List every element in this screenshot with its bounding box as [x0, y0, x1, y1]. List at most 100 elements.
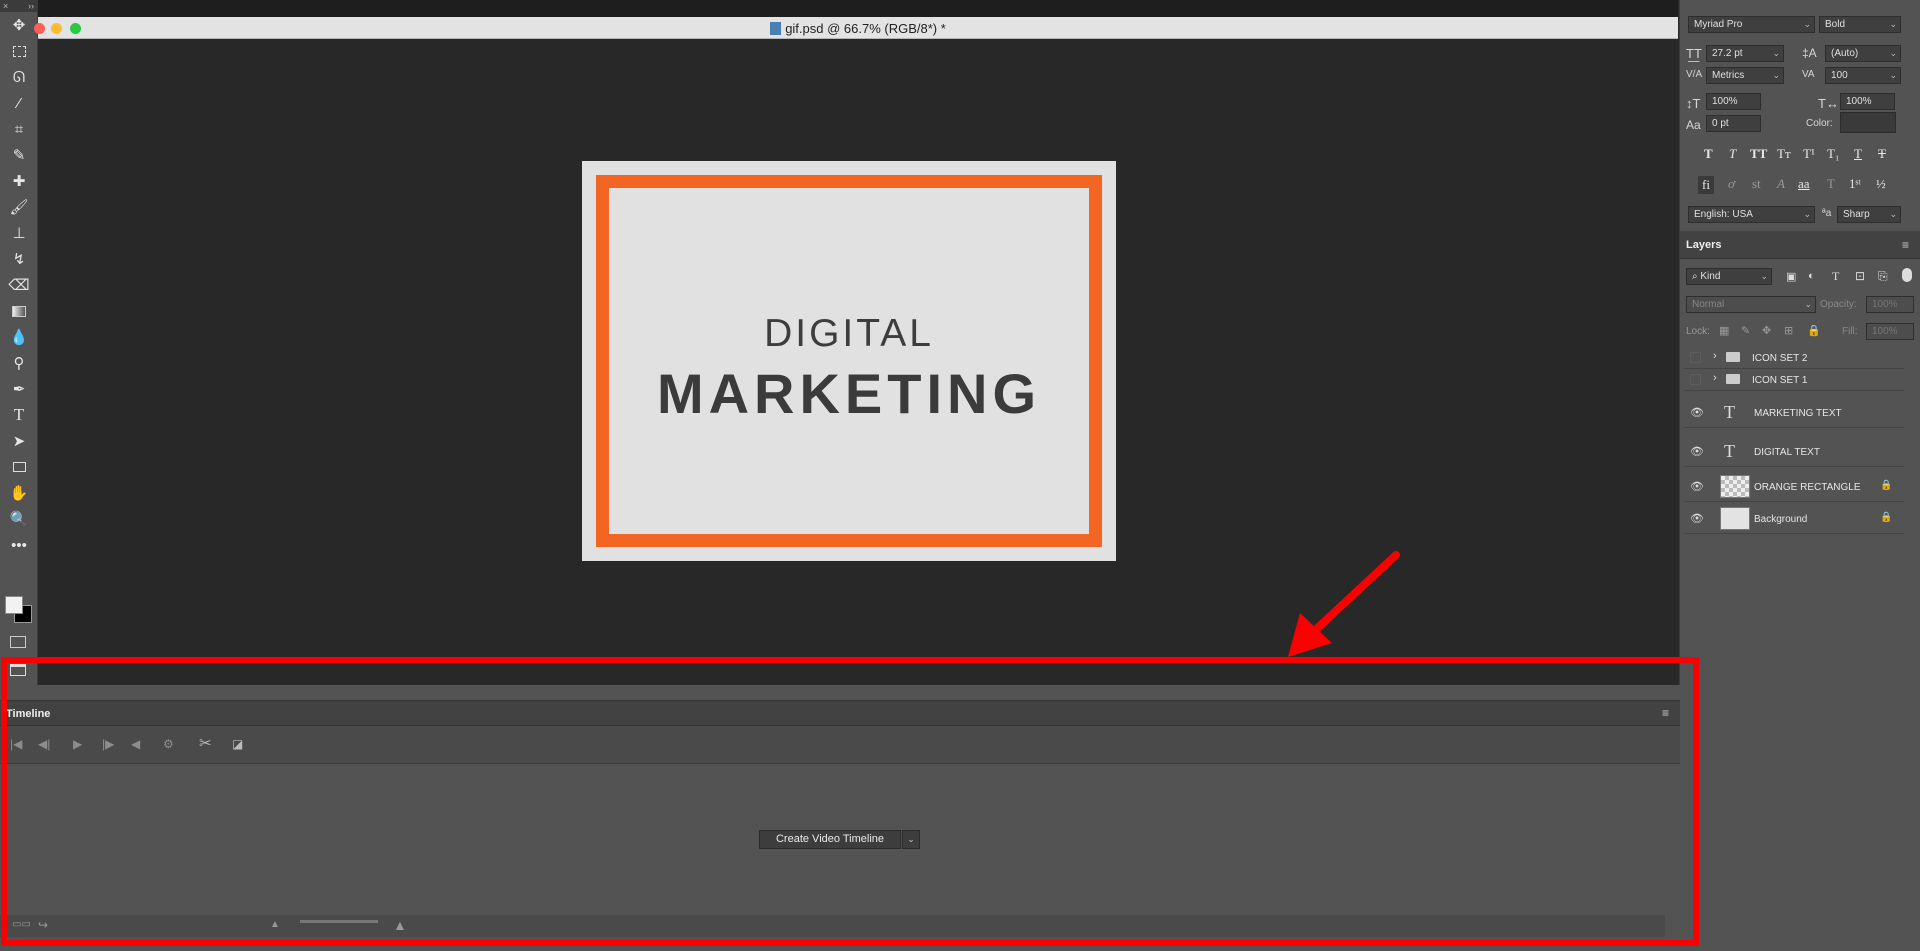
- leading-field[interactable]: (Auto) ⌄: [1825, 45, 1901, 62]
- marketing-text[interactable]: MARKETING: [582, 361, 1116, 426]
- chevron-right-icon[interactable]: ›: [1713, 372, 1717, 384]
- layers-menu-icon[interactable]: ≡: [1902, 238, 1909, 252]
- folder-icon: [1726, 374, 1740, 384]
- vertical-scale-field[interactable]: 100%: [1706, 93, 1761, 110]
- filter-type-icon[interactable]: T: [1832, 269, 1839, 284]
- eye-icon[interactable]: 👁: [1690, 512, 1704, 525]
- eyedropper-icon[interactable]: ✎: [0, 142, 38, 168]
- visibility-toggle[interactable]: [1690, 374, 1701, 385]
- color-label: Color:: [1806, 118, 1833, 129]
- quick-mask-icon[interactable]: [10, 636, 26, 648]
- lock-pixels-icon[interactable]: ✎: [1741, 324, 1750, 337]
- eye-icon[interactable]: 👁: [1690, 480, 1704, 493]
- superscript-icon[interactable]: T¹: [1803, 146, 1815, 162]
- document-titlebar: gif.psd @ 66.7% (RGB/8*) *: [34, 17, 1678, 39]
- small-caps-icon[interactable]: Tт: [1777, 146, 1791, 162]
- filter-smart-object-icon[interactable]: ⎘: [1878, 269, 1888, 284]
- tools-panel: × ›› ✥ ᘏ ⁄ ⌗ ✎ ✚ 🖌 ⊥ ↯ ⌫ 💧 ⚲ ✒ T ➤ ✋ 🔍 •…: [0, 0, 38, 685]
- font-family-select[interactable]: Myriad Pro ⌄: [1688, 16, 1815, 33]
- type-icon[interactable]: T: [0, 402, 38, 428]
- tracking-field[interactable]: 100 ⌄: [1825, 67, 1901, 84]
- layer-row-icon-set-2[interactable]: › ICON SET 2: [1684, 347, 1904, 369]
- font-size-field[interactable]: 27.2 pt ⌄: [1706, 45, 1784, 62]
- crop-icon[interactable]: ⌗: [0, 116, 38, 142]
- filter-toggle-icon[interactable]: [1902, 268, 1912, 282]
- underline-icon[interactable]: T: [1854, 146, 1862, 162]
- layer-name: ICON SET 1: [1752, 375, 1808, 386]
- stylistic-alt-icon[interactable]: A: [1777, 176, 1785, 192]
- eraser-icon[interactable]: ⌫: [0, 272, 38, 298]
- hand-icon[interactable]: ✋: [0, 480, 38, 506]
- layer-name: Background: [1754, 514, 1808, 525]
- opacity-field[interactable]: 100%: [1866, 296, 1914, 313]
- lock-transparent-icon[interactable]: ▦: [1719, 324, 1729, 337]
- ordinals-icon[interactable]: 1ˢᵗ: [1849, 176, 1861, 192]
- gradient-icon[interactable]: [0, 298, 38, 324]
- faux-bold-icon[interactable]: T: [1704, 146, 1713, 162]
- marquee-icon[interactable]: [0, 38, 38, 64]
- brush-icon[interactable]: 🖌: [0, 194, 38, 220]
- expand-icon[interactable]: ››: [28, 0, 34, 12]
- layer-row-icon-set-1[interactable]: › ICON SET 1: [1684, 369, 1904, 391]
- rectangle-icon[interactable]: [0, 454, 38, 480]
- kerning-field[interactable]: Metrics ⌄: [1706, 67, 1784, 84]
- ornaments-icon[interactable]: T: [1827, 176, 1835, 192]
- horizontal-scale-field[interactable]: 100%: [1840, 93, 1895, 110]
- blur-icon[interactable]: 💧: [0, 324, 38, 350]
- zoom-icon[interactable]: 🔍: [0, 506, 38, 532]
- folder-icon: [1726, 352, 1740, 362]
- path-select-icon[interactable]: ➤: [0, 428, 38, 454]
- faux-italic-icon[interactable]: T: [1729, 146, 1736, 162]
- layer-filter-select[interactable]: ⌕ Kind ⌄: [1686, 268, 1772, 285]
- layer-row-digital-text[interactable]: 👁 T DIGITAL TEXT: [1684, 436, 1904, 467]
- titling-icon[interactable]: aa: [1798, 176, 1810, 192]
- collapse-icon[interactable]: ×: [3, 0, 8, 12]
- ligatures-icon[interactable]: fi: [1698, 176, 1714, 194]
- layer-name: MARKETING TEXT: [1754, 408, 1842, 419]
- layer-thumbnail: [1720, 475, 1750, 498]
- magic-wand-icon[interactable]: ⁄: [0, 90, 38, 116]
- fractions-icon[interactable]: ½: [1876, 176, 1886, 192]
- strikethrough-icon[interactable]: T: [1878, 146, 1886, 162]
- lasso-icon[interactable]: ᘏ: [0, 64, 38, 90]
- tab-layers[interactable]: Layers: [1686, 239, 1721, 251]
- subscript-icon[interactable]: T₁: [1827, 146, 1839, 162]
- stamp-icon[interactable]: ⊥: [0, 220, 38, 246]
- swash-icon[interactable]: st: [1752, 176, 1761, 192]
- lock-artboard-icon[interactable]: ⊞: [1784, 324, 1793, 337]
- lock-position-icon[interactable]: ✥: [1762, 324, 1771, 337]
- more-icon[interactable]: •••: [0, 532, 38, 558]
- fill-label: Fill:: [1842, 326, 1858, 337]
- text-color-swatch[interactable]: [1840, 112, 1896, 133]
- foreground-color-swatch[interactable]: [5, 596, 23, 614]
- old-style-icon[interactable]: ơ: [1728, 176, 1735, 192]
- antialias-select[interactable]: Sharp ⌄: [1837, 206, 1901, 223]
- all-caps-icon[interactable]: TT: [1750, 146, 1767, 162]
- blend-mode-select[interactable]: Normal ⌄: [1686, 296, 1816, 313]
- fill-field[interactable]: 100%: [1866, 323, 1914, 340]
- history-brush-icon[interactable]: ↯: [0, 246, 38, 272]
- eye-icon[interactable]: 👁: [1690, 445, 1704, 458]
- filter-adjustment-icon[interactable]: ◐: [1808, 270, 1815, 282]
- eye-icon[interactable]: 👁: [1690, 406, 1704, 419]
- digital-text[interactable]: DIGITAL: [582, 312, 1116, 356]
- type-layer-icon: T: [1724, 441, 1735, 461]
- move-icon[interactable]: ✥: [0, 12, 38, 38]
- annotation-arrow: [1288, 551, 1400, 657]
- artboard[interactable]: DIGITAL MARKETING: [582, 161, 1116, 561]
- layer-row-background[interactable]: 👁 Background 🔒: [1684, 503, 1904, 534]
- healing-icon[interactable]: ✚: [0, 168, 38, 194]
- layer-row-marketing-text[interactable]: 👁 T MARKETING TEXT: [1684, 397, 1904, 428]
- layer-row-orange-rectangle[interactable]: 👁 ORANGE RECTANGLE 🔒: [1684, 471, 1904, 502]
- lock-icon: 🔒: [1880, 512, 1893, 523]
- filter-shape-icon[interactable]: ⊡: [1855, 269, 1865, 283]
- chevron-right-icon[interactable]: ›: [1713, 350, 1717, 362]
- baseline-shift-field[interactable]: 0 pt: [1706, 115, 1761, 132]
- dodge-icon[interactable]: ⚲: [0, 350, 38, 376]
- pen-icon[interactable]: ✒: [0, 376, 38, 402]
- lock-all-icon[interactable]: 🔒: [1807, 324, 1821, 337]
- font-style-select[interactable]: Bold ⌄: [1819, 16, 1901, 33]
- filter-pixel-icon[interactable]: ▣: [1786, 270, 1796, 283]
- visibility-toggle[interactable]: [1690, 352, 1701, 363]
- language-select[interactable]: English: USA ⌄: [1688, 206, 1815, 223]
